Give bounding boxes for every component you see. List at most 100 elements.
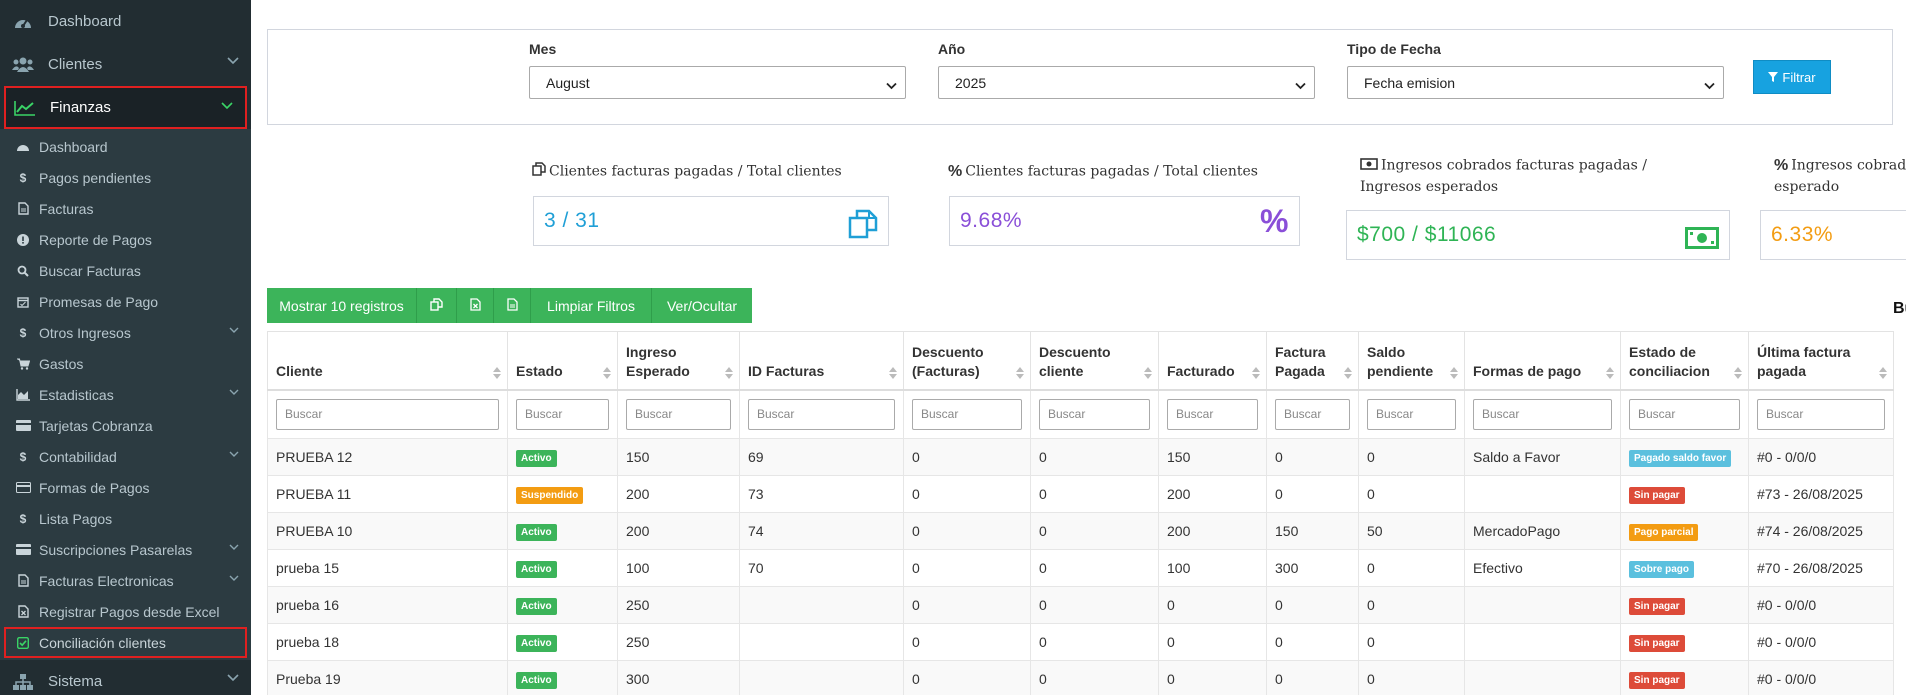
submenu-label: Gastos: [39, 355, 84, 372]
submenu-item-registrar-pagos-excel[interactable]: Registrar Pagos desde Excel: [0, 596, 251, 627]
submenu-item-suscripciones-pasarelas[interactable]: Suscripciones Pasarelas: [0, 534, 251, 565]
table-cell-conciliacion: Sin pagar: [1620, 475, 1749, 513]
cell-text: 0: [1275, 597, 1283, 613]
col-header-cliente[interactable]: Cliente: [267, 331, 508, 391]
submenu-item-tarjetas-cobranza[interactable]: Tarjetas Cobranza: [0, 410, 251, 441]
col-header-label: Factura Pagada: [1275, 343, 1326, 379]
table-row[interactable]: Prueba 19 Activo 300 0 0 0 0 0 Sin pagar #0 - 0/0…: [267, 660, 1894, 695]
sort-icon: [725, 365, 733, 379]
table-cell-saldo: 0: [1358, 475, 1465, 513]
submenu-item-otros-ingresos[interactable]: $ Otros Ingresos: [0, 317, 251, 348]
cell-text: 100: [626, 560, 650, 576]
submenu-item-conciliacion-clientes[interactable]: Conciliación clientes: [4, 627, 247, 658]
col-header-facturado[interactable]: Facturado: [1158, 331, 1267, 391]
col-header-factura-pagada[interactable]: Factura Pagada: [1266, 331, 1359, 391]
pdf-export-button[interactable]: [494, 288, 531, 323]
kpi-2-title-text: Clientes facturas pagadas / Total client…: [965, 163, 1258, 180]
filter-button[interactable]: Filtrar: [1753, 60, 1831, 94]
submenu-item-contabilidad[interactable]: $ Contabilidad: [0, 441, 251, 472]
table-cell-id-facturas: 69: [739, 438, 904, 476]
sidebar-item-finanzas[interactable]: Finanzas: [4, 86, 247, 129]
table-cell-desc-facturas: 0: [903, 623, 1031, 661]
submenu-item-reporte-pagos[interactable]: Reporte de Pagos: [0, 224, 251, 255]
cell-text: PRUEBA 10: [276, 523, 353, 539]
kpi-1-box: 3 / 31: [533, 196, 889, 246]
col-header-estado[interactable]: Estado: [507, 331, 618, 391]
submenu-item-facturas[interactable]: Facturas: [0, 193, 251, 224]
column-search-input[interactable]: Buscar: [626, 398, 731, 430]
table-cell-pagada: 0: [1266, 438, 1359, 476]
status-badge: Activo: [516, 523, 557, 541]
col-header-ingreso-esperado[interactable]: Ingreso Esperado: [617, 331, 740, 391]
copy-button[interactable]: [417, 288, 457, 323]
sort-icon: [1344, 365, 1352, 379]
table-cell-pagada: 0: [1266, 586, 1359, 624]
submenu-item-promesas-pago[interactable]: Promesas de Pago: [0, 286, 251, 317]
sidebar-item-dashboard[interactable]: Dashboard: [0, 0, 251, 43]
table-cell-formas: MercadoPago: [1464, 512, 1621, 550]
clear-filters-button[interactable]: Limpiar Filtros: [531, 288, 652, 323]
submenu-label: Buscar Facturas: [39, 262, 141, 279]
col-header-estado-conciliacion[interactable]: Estado de conciliacion: [1620, 331, 1749, 391]
column-search-input[interactable]: Buscar: [1473, 398, 1612, 430]
col-header-descuento-facturas[interactable]: Descuento (Facturas): [903, 331, 1031, 391]
table-row[interactable]: prueba 16 Activo 250 0 0 0 0 0 Sin pagar #0 - 0/0…: [267, 586, 1894, 624]
sidebar-item-sistema[interactable]: Sistema: [0, 660, 251, 695]
conciliation-badge: Sin pagar: [1629, 486, 1685, 504]
cell-text: 0: [1275, 486, 1283, 502]
column-search-input[interactable]: Buscar: [276, 398, 499, 430]
col-header-ultima-factura[interactable]: Última factura pagada: [1748, 331, 1894, 391]
col-header-id-facturas[interactable]: ID Facturas: [739, 331, 904, 391]
search-label: Buscar:: [1893, 300, 1906, 317]
conciliation-badge: Sin pagar: [1629, 597, 1685, 615]
show-records-button[interactable]: Mostrar 10 registros: [267, 288, 417, 323]
submenu-item-pagos-pendientes[interactable]: $ Pagos pendientes: [0, 162, 251, 193]
show-hide-button[interactable]: Ver/Ocultar: [652, 288, 752, 323]
column-search-input[interactable]: Buscar: [1039, 398, 1150, 430]
submenu-item-estadisticas[interactable]: Estadisticas: [0, 379, 251, 410]
column-search-input[interactable]: Buscar: [1275, 398, 1350, 430]
table-row[interactable]: PRUEBA 12 Activo 150 69 0 0 150 0 0 Saldo a Favor…: [267, 438, 1894, 476]
mes-select[interactable]: August: [529, 66, 906, 99]
table-cell-desc-cliente: 0: [1030, 586, 1159, 624]
submenu-item-dashboard[interactable]: Dashboard: [0, 131, 251, 162]
filter-cell: Buscar: [1266, 389, 1359, 439]
cell-text: 0: [912, 671, 920, 687]
column-search-input[interactable]: Buscar: [516, 398, 609, 430]
col-header-formas-pago[interactable]: Formas de pago: [1464, 331, 1621, 391]
conciliation-badge: Sin pagar: [1629, 671, 1685, 689]
sort-icon: [1879, 365, 1887, 379]
table-row[interactable]: prueba 15 Activo 100 70 0 0 100 300 0 Efectivo Sob…: [267, 549, 1894, 587]
sidebar-item-clientes[interactable]: Clientes: [0, 43, 251, 86]
table-row[interactable]: PRUEBA 11 Suspendido 200 73 0 0 200 0 0 Sin pagar…: [267, 475, 1894, 513]
column-search-input[interactable]: Buscar: [1629, 398, 1740, 430]
chevron-down-icon: [229, 575, 239, 582]
submenu-item-facturas-electronicas[interactable]: Facturas Electronicas: [0, 565, 251, 596]
column-search-input[interactable]: Buscar: [912, 398, 1022, 430]
table-row[interactable]: prueba 18 Activo 250 0 0 0 0 0 Sin pagar #0 - 0/0…: [267, 623, 1894, 661]
table-cell-desc-cliente: 0: [1030, 438, 1159, 476]
anio-select[interactable]: 2025: [938, 66, 1315, 99]
column-search-input[interactable]: Buscar: [1757, 398, 1885, 430]
excel-export-button[interactable]: [457, 288, 494, 323]
submenu-item-formas-pagos[interactable]: Formas de Pagos: [0, 472, 251, 503]
col-header-descuento-cliente[interactable]: Descuento cliente: [1030, 331, 1159, 391]
submenu-item-lista-pagos[interactable]: $ Lista Pagos: [0, 503, 251, 534]
cell-text: 0: [1367, 634, 1375, 650]
tipo-fecha-select[interactable]: Fecha emision: [1347, 66, 1724, 99]
excel-file-icon: [15, 604, 31, 620]
column-search-input[interactable]: Buscar: [1367, 398, 1456, 430]
col-header-saldo-pendiente[interactable]: Saldo pendiente: [1358, 331, 1465, 391]
submenu-item-gastos[interactable]: Gastos: [0, 348, 251, 379]
table-row[interactable]: PRUEBA 10 Activo 200 74 0 0 200 150 50 MercadoPag…: [267, 512, 1894, 550]
money-icon: [1685, 227, 1719, 255]
submenu-item-buscar-facturas[interactable]: Buscar Facturas: [0, 255, 251, 286]
cell-text: 100: [1167, 560, 1191, 576]
column-search-input[interactable]: Buscar: [1167, 398, 1258, 430]
chevron-down-icon: [886, 77, 897, 93]
column-search-input[interactable]: Buscar: [748, 398, 895, 430]
table-cell-formas: Efectivo: [1464, 549, 1621, 587]
anio-label: Año: [938, 41, 966, 57]
table-cell-ingreso: 250: [617, 586, 740, 624]
table-cell-ultima: #70 - 26/08/2025: [1748, 549, 1894, 587]
